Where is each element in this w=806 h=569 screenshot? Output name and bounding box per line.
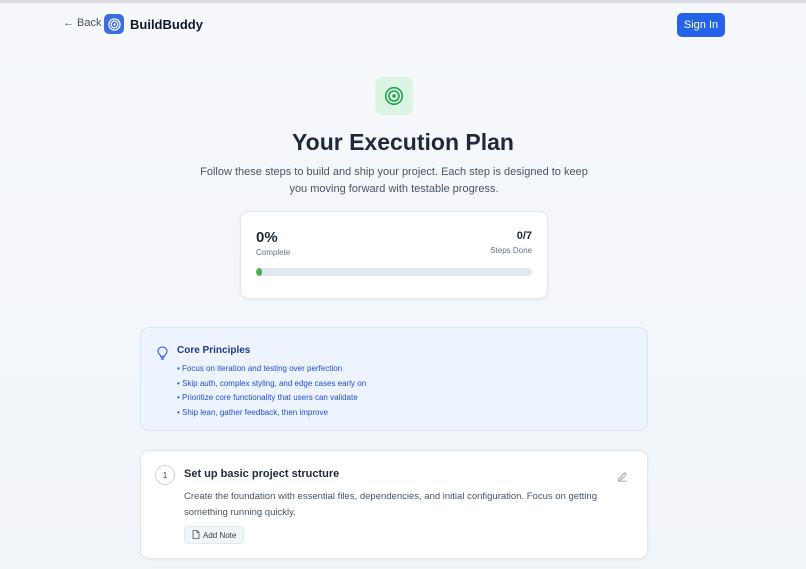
progress-bar <box>256 268 532 276</box>
principle-item: Focus on iteration and testing over perf… <box>177 362 366 377</box>
step-description: Create the foundation with essential fil… <box>184 491 597 518</box>
steps-done-count: 0/7 <box>516 230 532 242</box>
principle-item: Skip auth, complex styling, and edge cas… <box>177 377 366 392</box>
brand-logo[interactable]: BuildBuddy <box>104 14 203 34</box>
sign-in-button[interactable]: Sign In <box>677 13 725 37</box>
core-principles-panel: Core Principles Focus on iteration and t… <box>140 327 648 431</box>
progress-card: 0% Complete 0/7 Steps Done <box>240 211 548 299</box>
add-note-label: Add Note <box>203 530 237 540</box>
steps-done-label: Steps Done <box>490 246 532 255</box>
page-subtitle: Follow these steps to build and ship you… <box>200 166 588 195</box>
arrow-left-icon: ← <box>63 17 74 29</box>
principles-title: Core Principles <box>177 345 251 356</box>
progress-percent: 0% <box>256 229 278 246</box>
brand-name: BuildBuddy <box>130 16 203 32</box>
step-number: 1 <box>155 465 175 485</box>
target-icon <box>104 14 124 34</box>
progress-percent-label: Complete <box>256 248 291 257</box>
step-card: 1 Set up basic project structure Create … <box>140 450 648 559</box>
target-icon <box>375 77 413 115</box>
page-title: Your Execution Plan <box>292 129 514 155</box>
progress-bar-fill <box>256 268 262 276</box>
document-icon <box>192 529 200 541</box>
add-note-button[interactable]: Add Note <box>184 526 245 544</box>
principles-list: Focus on iteration and testing over perf… <box>177 362 366 420</box>
back-label: Back <box>77 17 102 29</box>
principle-item: Prioritize core functionality that users… <box>177 391 366 406</box>
lightbulb-icon <box>157 346 168 365</box>
top-nav: ← Back BuildBuddy Sign In <box>0 3 806 48</box>
pencil-icon[interactable] <box>617 469 628 487</box>
principle-item: Ship lean, gather feedback, then improve <box>177 406 366 421</box>
back-link[interactable]: ← Back <box>63 17 101 29</box>
step-title: Set up basic project structure <box>184 468 340 480</box>
